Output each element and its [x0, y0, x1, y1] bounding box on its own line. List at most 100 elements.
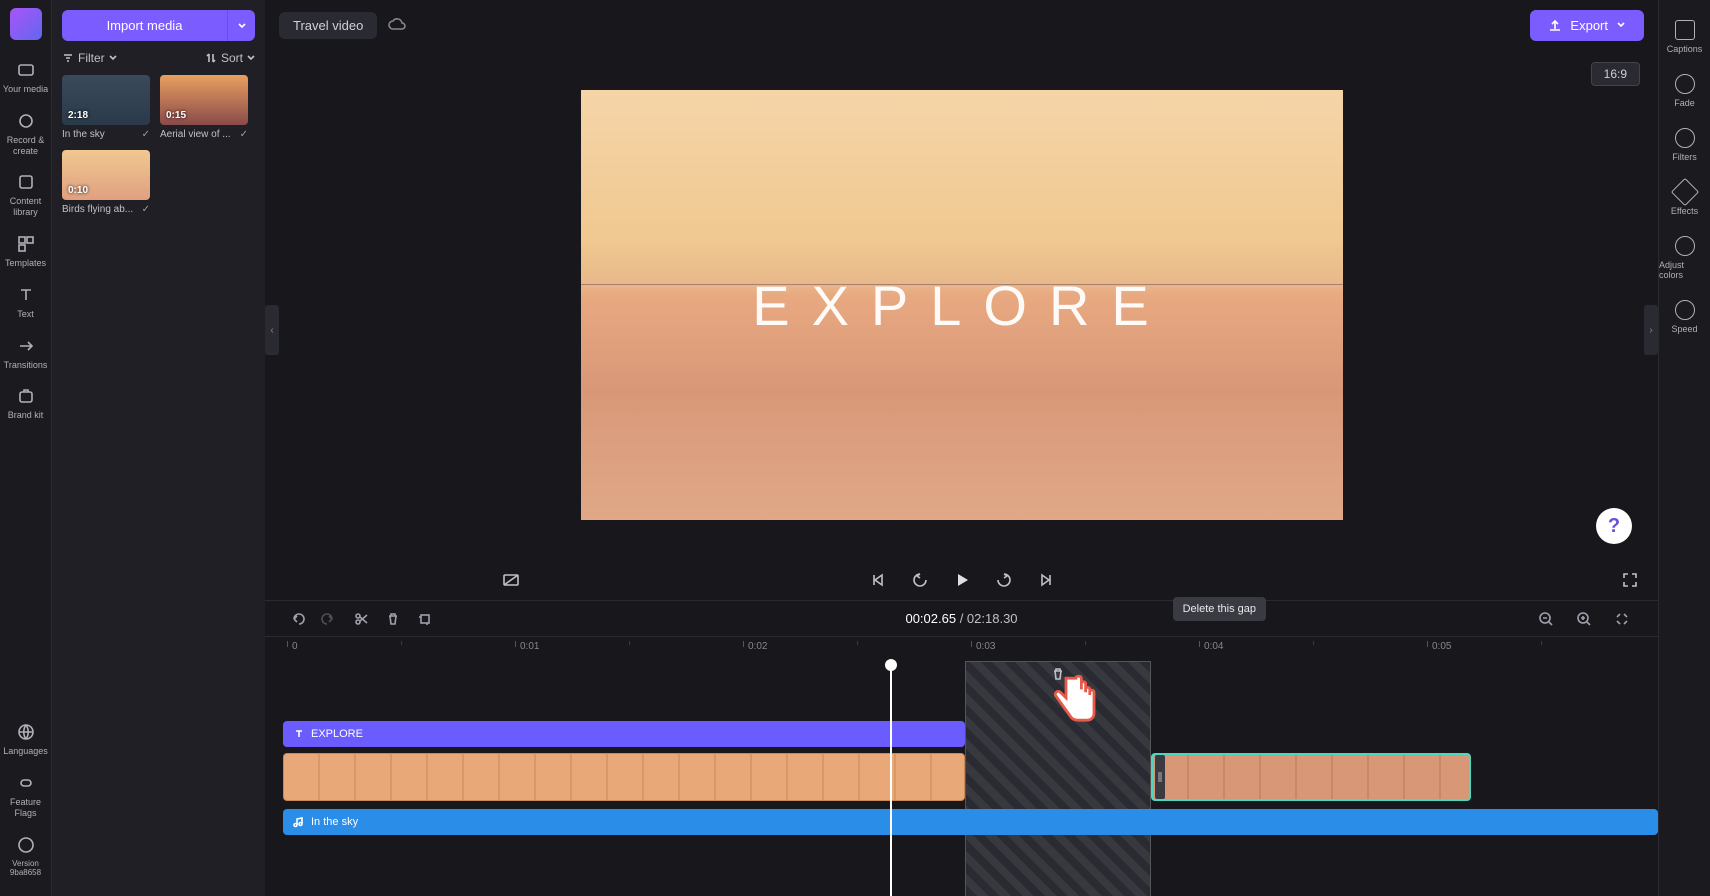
sort-icon [205, 52, 217, 64]
prop-label: Adjust colors [1659, 260, 1710, 280]
time-sep: / [956, 611, 967, 626]
safe-zones-toggle[interactable] [501, 570, 521, 590]
timeline-toolbar: 00:02.65 / 02:18.30 Delete this gap [265, 600, 1658, 636]
prop-filters[interactable]: Filters [1659, 118, 1710, 172]
nav-text[interactable]: Text [0, 277, 51, 328]
media-thumbnail[interactable]: 2:18 [62, 75, 150, 125]
split-button[interactable] [347, 605, 375, 633]
version-icon [16, 835, 36, 855]
prop-speed[interactable]: Speed [1659, 290, 1710, 344]
help-button[interactable]: ? [1596, 508, 1632, 544]
nav-your-media[interactable]: Your media [0, 52, 51, 103]
collapse-left-panel[interactable]: ‹ [265, 305, 279, 355]
zoom-in-button[interactable] [1570, 605, 1598, 633]
transitions-icon [16, 336, 36, 356]
transport-bar [265, 560, 1658, 600]
export-button[interactable]: Export [1530, 10, 1644, 41]
undo-button[interactable] [283, 605, 311, 633]
import-media-dropdown[interactable] [227, 10, 255, 41]
nav-record-create[interactable]: Record & create [0, 103, 51, 165]
nav-feature-flags[interactable]: Feature Flags [0, 765, 51, 827]
library-icon [16, 172, 36, 192]
center-area: Travel video Export ‹ EXPLORE 16:9 › ? [265, 0, 1658, 896]
collapse-right-panel[interactable]: › [1644, 305, 1658, 355]
aspect-ratio-button[interactable]: 16:9 [1591, 62, 1640, 86]
video-clip-1[interactable] [283, 753, 965, 801]
clip-trim-handle[interactable] [1155, 755, 1165, 799]
scissors-icon [353, 611, 369, 627]
effects-icon [1670, 178, 1698, 206]
zoom-in-icon [1576, 611, 1592, 627]
record-icon [16, 111, 36, 131]
audio-clip[interactable]: In the sky [283, 809, 1658, 835]
redo-button[interactable] [315, 605, 343, 633]
nav-templates[interactable]: Templates [0, 226, 51, 277]
prop-label: Fade [1674, 98, 1695, 108]
prop-adjust-colors[interactable]: Adjust colors [1659, 226, 1710, 290]
nav-label: Content library [2, 196, 49, 218]
zoom-fit-button[interactable] [1608, 605, 1636, 633]
nav-label: Transitions [4, 360, 48, 371]
media-icon [16, 60, 36, 80]
brandkit-icon [16, 386, 36, 406]
playhead[interactable] [890, 661, 892, 896]
top-bar: Travel video Export [265, 0, 1658, 50]
import-media-button[interactable]: Import media [62, 10, 227, 41]
cloud-sync-icon[interactable] [387, 15, 407, 35]
timeline-gap[interactable] [965, 661, 1151, 896]
zoom-out-button[interactable] [1532, 605, 1560, 633]
crop-icon [417, 611, 433, 627]
skip-back-button[interactable] [868, 570, 888, 590]
text-clip[interactable]: EXPLORE [283, 721, 965, 747]
fullscreen-icon [1621, 571, 1639, 589]
media-duration: 0:10 [68, 185, 88, 196]
nav-transitions[interactable]: Transitions [0, 328, 51, 379]
prop-effects[interactable]: Effects [1659, 172, 1710, 226]
fullscreen-button[interactable] [1620, 570, 1640, 590]
project-title[interactable]: Travel video [279, 12, 377, 39]
timeline-ruler[interactable]: 00:010:020:030:040:05 [265, 637, 1658, 661]
prop-label: Filters [1672, 152, 1697, 162]
ruler-tick: 0:05 [1427, 641, 1451, 647]
nav-version[interactable]: Version 9ba8658 [0, 827, 51, 886]
nav-brand-kit[interactable]: Brand kit [0, 378, 51, 429]
delete-gap-button[interactable] [1050, 666, 1066, 687]
skip-forward-button[interactable] [1036, 570, 1056, 590]
media-card[interactable]: 0:15 Aerial view of ... ✓ [160, 75, 248, 140]
play-button[interactable] [952, 570, 972, 590]
skip-back-icon [870, 572, 886, 588]
preview-canvas[interactable]: EXPLORE [581, 90, 1343, 520]
zoom-out-icon [1538, 611, 1554, 627]
filters-icon [1675, 128, 1695, 148]
media-thumbnail[interactable]: 0:10 [62, 150, 150, 200]
sort-label: Sort [221, 51, 243, 65]
media-name: Aerial view of ... [160, 129, 231, 140]
flags-icon [16, 773, 36, 793]
rewind-button[interactable] [910, 570, 930, 590]
media-card[interactable]: 0:10 Birds flying ab... ✓ [62, 150, 150, 215]
media-thumbnail[interactable]: 0:15 [160, 75, 248, 125]
chevron-down-icon [109, 54, 117, 62]
delete-button[interactable] [379, 605, 407, 633]
right-properties-rail: Captions Fade Filters Effects Adjust col… [1658, 0, 1710, 896]
nav-content-library[interactable]: Content library [0, 164, 51, 226]
crop-button[interactable] [411, 605, 439, 633]
timeline-tracks: EXPLORE In the sky [265, 661, 1658, 896]
prop-label: Effects [1671, 206, 1698, 216]
media-card[interactable]: 2:18 In the sky ✓ [62, 75, 150, 140]
video-clip-2[interactable] [1151, 753, 1471, 801]
total-time: 02:18.30 [967, 611, 1018, 626]
app-logo[interactable] [10, 8, 42, 40]
media-grid: 2:18 In the sky ✓ 0:15 Aerial view of ..… [62, 75, 255, 215]
adjust-colors-icon [1675, 236, 1695, 256]
filter-dropdown[interactable]: Filter [62, 51, 117, 65]
prop-captions[interactable]: Captions [1659, 10, 1710, 64]
left-nav-rail: Your media Record & create Content libra… [0, 0, 52, 896]
play-icon [952, 570, 972, 590]
nav-label: Languages [3, 746, 48, 757]
prop-fade[interactable]: Fade [1659, 64, 1710, 118]
timeline[interactable]: 00:010:020:030:040:05 EXPLORE In the sky [265, 636, 1658, 896]
sort-dropdown[interactable]: Sort [205, 51, 255, 65]
nav-languages[interactable]: Languages [0, 714, 51, 765]
forward-button[interactable] [994, 570, 1014, 590]
